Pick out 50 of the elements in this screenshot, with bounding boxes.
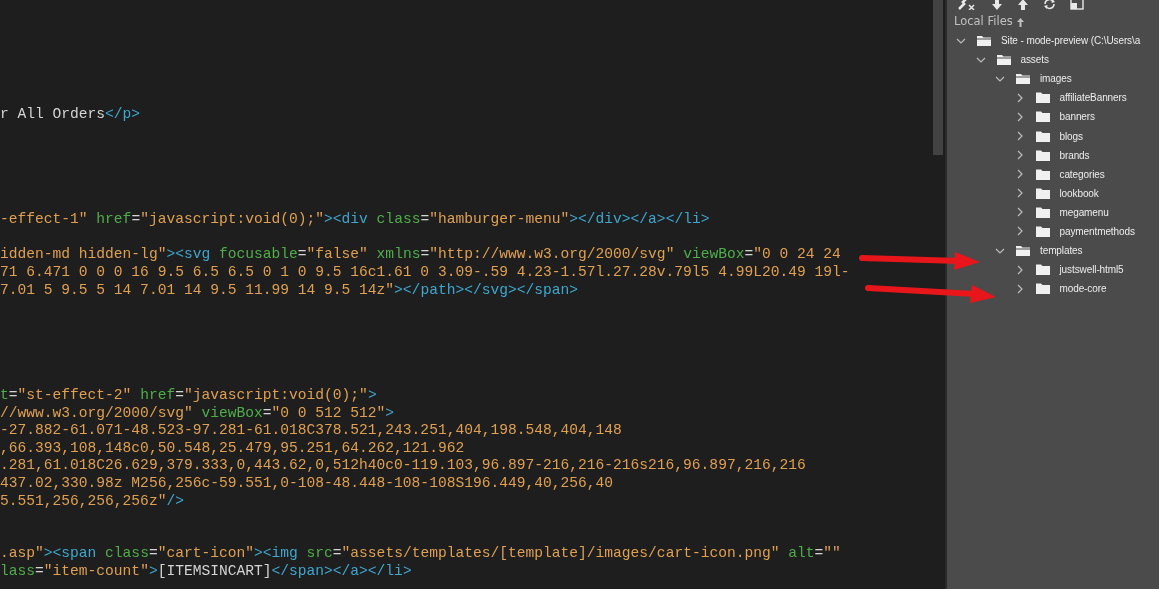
expand-icon[interactable] [1070,0,1084,10]
tree-item[interactable]: paymentmethods [1059,224,1135,239]
code-line: r All Orders</p> [0,105,141,124]
tree-item[interactable]: categories [1059,166,1105,182]
code-line: 7.01 5 9.5 5 14 7.01 14 9.5 11.99 14 9.5 14z"></path></svg></span> [0,281,579,300]
code-line: lass="item-count">[ITEMSINCART]</span></a></li> [0,563,412,581]
folder-icon[interactable] [1034,110,1051,124]
open-folder-icon[interactable] [976,34,992,48]
open-folder-icon[interactable] [995,53,1012,67]
code-line: idden-md hidden-lg"><svg focusable="false" xmlns="http://www.w3.org/2000/svg" viewBox="0 0 24 24 [0,246,841,264]
refresh-icon[interactable] [1043,0,1056,10]
tree-item[interactable]: megamenu [1059,204,1109,220]
disconnect-icon[interactable] [957,0,977,10]
panel-title: Local Files [954,13,1013,31]
download-icon[interactable] [991,0,1003,10]
code-line: .asp"><span class="cart-icon"><img src="assets/templates/[template]/images/cart-icon.png" alt="" [0,545,841,563]
folder-icon[interactable] [1034,205,1051,219]
tree-item[interactable]: lookbook [1059,185,1099,201]
tree-item[interactable]: images [1040,71,1072,87]
folder-icon[interactable] [1034,186,1051,200]
tree-item[interactable]: Site - mode-preview (C:\Users\a [1001,33,1141,49]
upload-icon[interactable] [1017,0,1029,10]
code-line: -27.882-61.071-48.523-97.281-61.018C378.521,243.251,404,198.548,404,148 [0,422,622,440]
tree-item[interactable]: banners [1059,109,1095,125]
code-line: //www.w3.org/2000/svg" viewBox="0 0 512 512"> [0,404,395,423]
folder-icon[interactable] [1034,263,1051,277]
code-line: 71 6.471 0 0 0 16 9.5 6.5 6.5 0 1 0 9.5 16c1.61 0 3.09-.59 4.23-1.57l.27.28v.79l5 4.99L20.49 19l- [0,263,850,282]
code-line: .281,61.018C26.629,379.333,0,443.62,0,512h40c0-119.103,96.897-216,216-216s216,96.897,216,216 [0,457,806,476]
code-line: t="st-effect-2" href="javascript:void(0);"> [0,387,377,405]
open-folder-icon[interactable] [1015,244,1031,258]
folder-icon[interactable] [1034,282,1051,296]
tree-item[interactable]: brands [1059,147,1090,163]
folder-icon[interactable] [1034,225,1051,238]
code-line: 5.551,256,256,256z"/> [0,492,184,511]
code-line: 437.02,330.98z M256,256c-59.551,0-108-48.448-108-108S196.449,40,256,40 [0,475,614,493]
code-line: -effect-1" href="javascript:void(0);"><div class="hamburger-menu"></div></a></li> [0,211,710,229]
scrollbar-thumb[interactable] [933,0,943,155]
tree-item[interactable]: blogs [1059,128,1083,144]
folder-icon[interactable] [1034,148,1051,162]
folder-icon[interactable] [1034,129,1051,143]
tree-item[interactable]: templates [1040,243,1083,259]
folder-icon[interactable] [1034,167,1051,181]
tree-item[interactable]: mode-core [1059,281,1107,297]
sort-up-icon[interactable] [1016,17,1024,27]
tree-item[interactable]: assets [1020,52,1049,68]
open-folder-icon[interactable] [1015,72,1031,86]
tree-item[interactable]: justswell-html5 [1059,262,1124,278]
tree-item[interactable]: affiliateBanners [1059,90,1127,106]
folder-icon[interactable] [1034,91,1051,105]
code-line: ,66.393,108,148c0,50.548,25.479,95.251,64.262,121.962 [0,439,465,458]
